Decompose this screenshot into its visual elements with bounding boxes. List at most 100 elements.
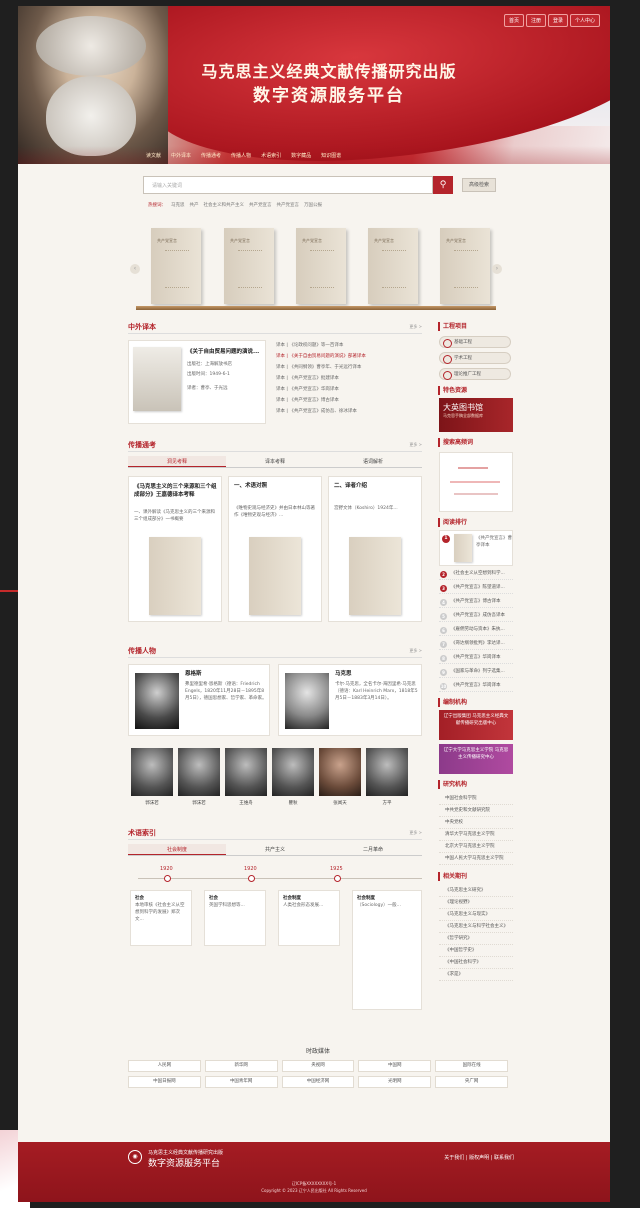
list-item[interactable]: 译本 | 《关于自由贸易问题的演说》部著译本: [276, 353, 422, 364]
journal-item[interactable]: 《哲学研究》: [439, 934, 513, 945]
journal-item[interactable]: 《中国社会科学》: [439, 958, 513, 969]
hot-keyword[interactable]: 社会主义和共产主义: [204, 202, 245, 208]
carousel-book[interactable]: 共产党宣言: [440, 228, 490, 304]
journal-item[interactable]: 《马克思主义与现实》: [439, 910, 513, 921]
nav-item-spread[interactable]: 传播通考: [201, 152, 221, 159]
project-item[interactable]: 学术工程: [439, 352, 511, 364]
journal-item[interactable]: 《求是》: [439, 970, 513, 981]
project-item[interactable]: 基础工程: [439, 336, 511, 348]
user-center-link[interactable]: 个人中心: [569, 14, 600, 27]
rank-item[interactable]: 2 《社会主义从空想到科学...: [439, 568, 513, 580]
carousel-prev-icon[interactable]: ‹: [130, 264, 140, 274]
spread-card[interactable]: 《马克思主义的三个来源和三个组成部分》王嘉德译本考释 一、课外解读《马克思主义的…: [128, 476, 222, 622]
footer-links[interactable]: 关于我们 | 版权声明 | 联系我们: [444, 1154, 514, 1161]
hot-keyword[interactable]: 马克思: [171, 202, 185, 208]
term-card[interactable]: 社会 英国学科思想等...: [204, 890, 266, 946]
media-link[interactable]: 新华网: [204, 1060, 278, 1072]
rank-item[interactable]: 4 《共产党宣言》博古译本: [439, 596, 513, 608]
media-link[interactable]: 人民网: [128, 1060, 201, 1072]
top-rank-card[interactable]: 1 《共产党宣言》曹亭译本: [439, 530, 513, 566]
rank-item[interactable]: 10 《共产党宣言》华岗译本: [439, 680, 513, 692]
org-banner-university[interactable]: 辽宁大学马克思主义学院 马克思主义传播研究中心: [439, 744, 513, 774]
advanced-search-button[interactable]: 高级检索: [462, 178, 496, 192]
more-link[interactable]: 更多 >: [409, 442, 422, 448]
term-card[interactable]: 社会制度 人类社会形态发展...: [278, 890, 340, 946]
carousel-book[interactable]: 共产党宣言: [368, 228, 418, 304]
person-photo[interactable]: [178, 748, 220, 796]
media-link[interactable]: 国际在线: [435, 1060, 508, 1072]
spread-card[interactable]: 一、术语对照 《唯物史观与经济史》并由日本林山等著作《唯物史观与经济》...: [228, 476, 322, 622]
list-item[interactable]: 译本 | 《共产党宣言》批建译本: [276, 375, 422, 386]
list-item[interactable]: 译本 | 《共产党宣言》博古译本: [276, 397, 422, 408]
more-link[interactable]: 更多 >: [409, 648, 422, 654]
carousel-next-icon[interactable]: ›: [492, 264, 502, 274]
project-item[interactable]: 理论推广工程: [439, 368, 511, 380]
media-link[interactable]: 中国青年网: [204, 1076, 278, 1088]
nav-item-translations[interactable]: 中外译本: [171, 152, 191, 159]
more-link[interactable]: 更多 >: [409, 324, 422, 330]
person-photo[interactable]: [272, 748, 314, 796]
person-card-marx[interactable]: 马克思 卡尔·马克思，全名卡尔·海因里希·马克思（德语：Karl Heinric…: [278, 664, 422, 736]
rank-item[interactable]: 3 《共产党宣言》陈望道译...: [439, 582, 513, 594]
list-item[interactable]: 译本 | 《共产党宣言》华岗译本: [276, 386, 422, 397]
rank-item[interactable]: 9 《国家与革命》列宁选集...: [439, 666, 513, 678]
tab-translation[interactable]: 译本考释: [226, 456, 324, 467]
journal-item[interactable]: 《马克思主义研究》: [439, 886, 513, 897]
term-card[interactable]: 社会 本地审核《社会主义从空想到科学的发展》郑次文...: [130, 890, 192, 946]
timeline-dot[interactable]: [334, 875, 341, 882]
person-photo[interactable]: [131, 748, 173, 796]
tab-terms[interactable]: 语词解析: [324, 456, 422, 467]
more-link[interactable]: 更多 >: [409, 830, 422, 836]
research-item[interactable]: 中共党史和文献研究院: [439, 806, 513, 817]
rank-item[interactable]: 7 《哥达纲领批判》李达译...: [439, 638, 513, 650]
research-item[interactable]: 中国人民大学马克思主义学院: [439, 854, 513, 865]
timeline-dot[interactable]: [248, 875, 255, 882]
list-item[interactable]: 译本 | 《共同纲领》曹亭年、于光远行译本: [276, 364, 422, 375]
login-link[interactable]: 登录: [547, 14, 568, 27]
journal-item[interactable]: 《中国哲学史》: [439, 946, 513, 957]
research-item[interactable]: 中国社会科学院: [439, 794, 513, 805]
rank-item[interactable]: 6 《雇佣劳动与资本》朱执...: [439, 624, 513, 636]
search-button[interactable]: ⚲: [433, 176, 453, 194]
research-item[interactable]: 北京大学马克思主义学院: [439, 842, 513, 853]
carousel-book[interactable]: 共产党宣言: [296, 228, 346, 304]
journal-item[interactable]: 《理论视野》: [439, 898, 513, 909]
featured-translation-card[interactable]: 《关于自由贸易问题的演说... 出版社：上海解放书店 出版时间：1949-6-1…: [128, 340, 266, 424]
nav-item-terms[interactable]: 术语索引: [261, 152, 281, 159]
media-link[interactable]: 央广网: [435, 1076, 508, 1088]
register-link[interactable]: 注册: [525, 14, 546, 27]
research-item[interactable]: 清华大学马克思主义学院: [439, 830, 513, 841]
research-item[interactable]: 中央党校: [439, 818, 513, 829]
carousel-book[interactable]: 共产党宣言: [151, 228, 201, 304]
search-input[interactable]: 请输入关键词: [143, 176, 433, 194]
term-card[interactable]: 社会制度 （Sociology）一般...: [352, 890, 422, 1010]
nav-item-knowledge-graph[interactable]: 知识图谱: [321, 152, 341, 159]
hot-keyword[interactable]: 共产: [190, 202, 199, 208]
nav-item-read[interactable]: 读文献: [146, 152, 161, 159]
home-link[interactable]: 首页: [503, 14, 524, 27]
rank-item[interactable]: 5 《共产党宣言》成仿吾译本: [439, 610, 513, 622]
person-photo[interactable]: [319, 748, 361, 796]
spread-card[interactable]: 二、译者介绍 宫野文体（Koshiro）1924年...: [328, 476, 422, 622]
carousel-book[interactable]: 共产党宣言: [224, 228, 274, 304]
list-item[interactable]: 译本 | 《论政权问题》等一百译本: [276, 342, 422, 353]
person-card-engels[interactable]: 恩格斯 弗里德里希·恩格斯（德语：Friedrich Engels，1820年1…: [128, 664, 270, 736]
tab-social-system[interactable]: 社会制度: [128, 844, 226, 855]
journal-item[interactable]: 《马克思主义与科学社会主义》: [439, 922, 513, 933]
nav-item-people[interactable]: 传播人物: [231, 152, 251, 159]
org-banner-publishing[interactable]: 辽宁出版集团 马克思主义经典文献传播研究出版中心: [439, 710, 513, 740]
list-item[interactable]: 译本 | 《共产党宣言》成仿吾、徐冰译本: [276, 408, 422, 419]
timeline-dot[interactable]: [164, 875, 171, 882]
media-link[interactable]: 中国日报网: [128, 1076, 201, 1088]
media-link[interactable]: 光明网: [358, 1076, 432, 1088]
media-link[interactable]: 中国经济网: [281, 1076, 355, 1088]
tab-february-revolution[interactable]: 二月革命: [324, 844, 422, 855]
media-link[interactable]: 央视网: [281, 1060, 355, 1072]
person-photo[interactable]: [225, 748, 267, 796]
hot-keyword[interactable]: 共产党宣言: [249, 202, 272, 208]
hot-keyword[interactable]: 万国公报: [304, 202, 322, 208]
british-library-banner[interactable]: 大英图书馆 马克思手稿全部数据库: [439, 398, 513, 432]
tab-insight[interactable]: 洞见考释: [128, 456, 226, 467]
tab-communism[interactable]: 共产主义: [226, 844, 324, 855]
nav-item-collections[interactable]: 数字藏品: [291, 152, 311, 159]
